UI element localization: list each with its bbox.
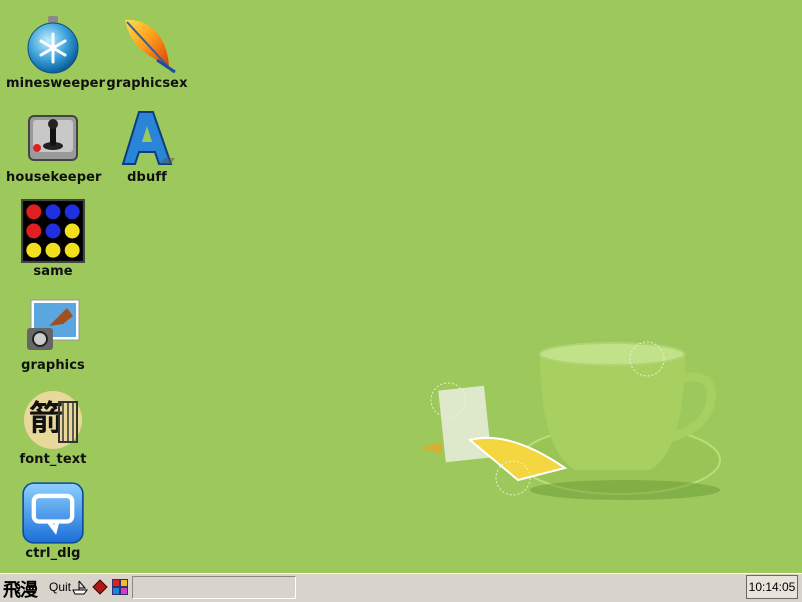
- desktop-icon-housekeeper[interactable]: housekeeper: [6, 100, 102, 194]
- desktop-icon-label: ctrl_dlg: [25, 546, 81, 561]
- desktop-icon-ctrl-dlg[interactable]: ctrl_dlg: [6, 476, 100, 570]
- desktop-icon-minesweeper[interactable]: minesweeper: [6, 6, 106, 100]
- ship-icon[interactable]: [71, 578, 89, 596]
- red-diamond-icon[interactable]: [91, 578, 109, 596]
- colored-balls-icon: [21, 199, 85, 263]
- clock: 10:14:05: [746, 575, 798, 599]
- desktop-icon-label: font_text: [19, 452, 87, 467]
- desktop-icon-same[interactable]: same: [6, 194, 100, 288]
- desktop: minesweeper graphicsex housekeeper dbuff…: [0, 0, 802, 573]
- grid-icon[interactable]: [111, 578, 129, 596]
- feather-icon: [125, 19, 176, 74]
- desktop-icon-graphics[interactable]: graphics: [6, 288, 100, 382]
- desktop-icon-dbuff[interactable]: dbuff: [100, 100, 194, 194]
- desktop-icon-label: graphics: [21, 358, 85, 373]
- snowflake-bomb-icon: [27, 16, 79, 74]
- start-button[interactable]: 飛漫: [3, 576, 38, 602]
- desktop-icon-font-text[interactable]: 箭 font_text: [6, 382, 100, 476]
- quit-button[interactable]: Quit: [49, 580, 71, 594]
- letter-a-icon: [121, 111, 175, 165]
- desktop-icon-label: dbuff: [127, 170, 167, 185]
- tea-cup-wallpaper-image: [420, 341, 721, 500]
- taskbar: 飛漫 Quit 10:14:05: [0, 573, 802, 602]
- desktop-icon-label: minesweeper: [6, 76, 106, 91]
- task-list[interactable]: [132, 576, 296, 599]
- chinese-calligraphy-icon: 箭: [24, 391, 82, 449]
- desktop-icon-label: graphicsex: [106, 76, 188, 91]
- desktop-icon-label: housekeeper: [6, 170, 102, 185]
- chat-bubble-icon: [22, 482, 84, 544]
- desktop-icon-label: same: [33, 264, 73, 279]
- joystick-icon: [28, 115, 78, 161]
- svg-text:箭: 箭: [29, 399, 63, 439]
- camera-photo-icon: [27, 299, 80, 350]
- desktop-icon-graphicsex[interactable]: graphicsex: [100, 6, 194, 100]
